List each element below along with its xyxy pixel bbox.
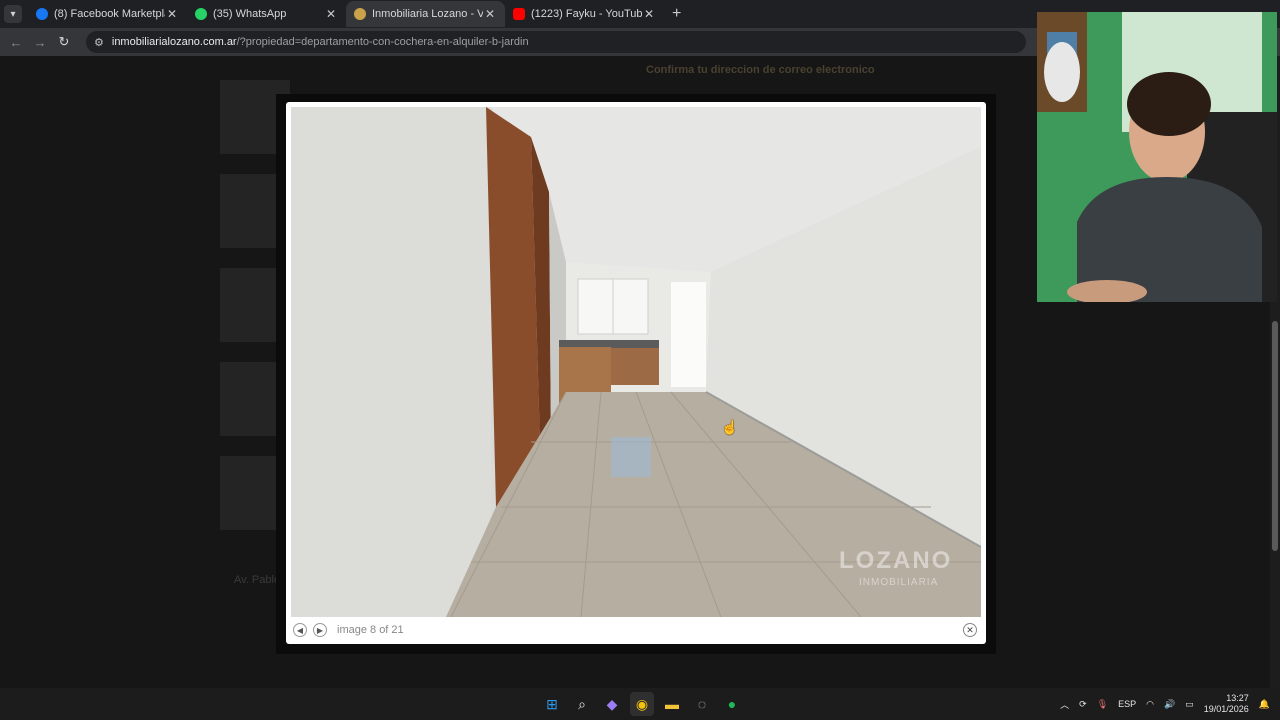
copilot-icon[interactable]: ◆ (600, 692, 624, 716)
system-tray: ︿ ⟳ 🎙 ESP ◠ 🔊 ▭ 13:27 19/01/2026 🔔 (1060, 688, 1270, 720)
tab-inmobiliaria[interactable]: Inmobiliaria Lozano - Venta y A ✕ (346, 1, 505, 27)
forward-icon[interactable]: → (28, 35, 52, 50)
volume-icon[interactable]: 🔊 (1164, 699, 1175, 710)
close-tab-icon[interactable]: ✕ (642, 7, 656, 21)
file-explorer-icon[interactable]: ▬ (660, 692, 684, 716)
app-circle-icon[interactable]: ◌ (690, 692, 714, 716)
search-icon[interactable]: ⌕ (570, 692, 594, 716)
url-input[interactable]: ⚙ inmobiliarialozano.com.ar/?propiedad=d… (86, 31, 1026, 53)
clock-date: 19/01/2026 (1203, 704, 1249, 714)
tab-title: Inmobiliaria Lozano - Venta y A (372, 8, 483, 20)
watermark-subtext: INMOBILIARIA (859, 577, 939, 588)
close-tab-icon[interactable]: ✕ (483, 7, 497, 21)
property-photo: LOZANO INMOBILIARIA ☝ (291, 107, 981, 617)
spotify-icon[interactable]: ● (720, 692, 744, 716)
whatsapp-favicon-icon (195, 8, 207, 20)
tab-facebook[interactable]: (8) Facebook Marketplace | Face ✕ (28, 1, 187, 27)
taskbar-pinned-apps: ⊞ ⌕ ◆ ◉ ▬ ◌ ● (540, 692, 744, 716)
chevron-up-icon[interactable]: ︿ (1060, 698, 1069, 711)
language-indicator[interactable]: ESP (1118, 699, 1136, 709)
watermark-text: LOZANO (839, 547, 953, 574)
lightbox-footer: ◀ ▶ image 8 of 21 ✕ (291, 620, 981, 640)
windows-start-icon[interactable]: ⊞ (540, 692, 564, 716)
image-counter: image 8 of 21 (337, 624, 404, 636)
tab-whatsapp[interactable]: (35) WhatsApp ✕ (187, 1, 346, 27)
close-tab-icon[interactable]: ✕ (165, 7, 179, 21)
wifi-icon[interactable]: ◠ (1146, 699, 1154, 710)
sync-icon[interactable]: ⟳ (1079, 699, 1087, 710)
site-info-icon[interactable]: ⚙ (94, 36, 104, 49)
lightbox-frame: LOZANO INMOBILIARIA ☝ ◀ ▶ image 8 of 21 … (286, 102, 986, 644)
battery-icon[interactable]: ▭ (1185, 699, 1194, 710)
microphone-icon[interactable]: 🎙 (1097, 699, 1108, 710)
mouse-cursor-icon: ☝ (721, 419, 739, 435)
url-domain: inmobiliarialozano.com.ar (111, 36, 237, 48)
windows-taskbar: ⊞ ⌕ ◆ ◉ ▬ ◌ ● ︿ ⟳ 🎙 ESP ◠ 🔊 ▭ 13:27 19/0… (0, 688, 1280, 720)
next-image-button[interactable]: ▶ (313, 623, 327, 637)
notifications-icon[interactable]: 🔔 (1259, 699, 1270, 710)
close-tab-icon[interactable]: ✕ (324, 7, 338, 21)
address-text: Av. Pablo (234, 574, 281, 586)
back-icon[interactable]: ← (4, 35, 28, 50)
chrome-icon[interactable]: ◉ (630, 692, 654, 716)
hallway-photo-image (291, 107, 981, 617)
close-lightbox-button[interactable]: ✕ (963, 623, 977, 637)
streamer-webcam-image (1037, 12, 1277, 302)
new-tab-icon[interactable]: + (672, 5, 681, 23)
scrollbar-thumb[interactable] (1272, 321, 1278, 551)
webcam-overlay (1037, 12, 1277, 302)
tab-youtube[interactable]: (1223) Fayku - YouTube ✕ (505, 1, 664, 27)
tab-search-menu-icon[interactable]: ▾ (4, 5, 22, 23)
tab-title: (35) WhatsApp (213, 8, 287, 20)
inmobiliaria-favicon-icon (354, 8, 366, 20)
previous-image-button[interactable]: ◀ (293, 623, 307, 637)
email-confirm-notice: Confirma tu direccion de correo electron… (646, 64, 875, 76)
tab-title: (1223) Fayku - YouTube (531, 8, 642, 20)
youtube-favicon-icon (513, 8, 525, 20)
taskbar-clock[interactable]: 13:27 19/01/2026 (1204, 693, 1249, 715)
clock-time: 13:27 (1226, 693, 1249, 703)
tab-title: (8) Facebook Marketplace | Face (54, 8, 165, 20)
facebook-favicon-icon (36, 8, 48, 20)
url-path: /?propiedad=departamento-con-cochera-en-… (236, 36, 529, 48)
image-lightbox: LOZANO INMOBILIARIA ☝ ◀ ▶ image 8 of 21 … (276, 94, 996, 654)
reload-icon[interactable]: ↻ (52, 34, 76, 50)
